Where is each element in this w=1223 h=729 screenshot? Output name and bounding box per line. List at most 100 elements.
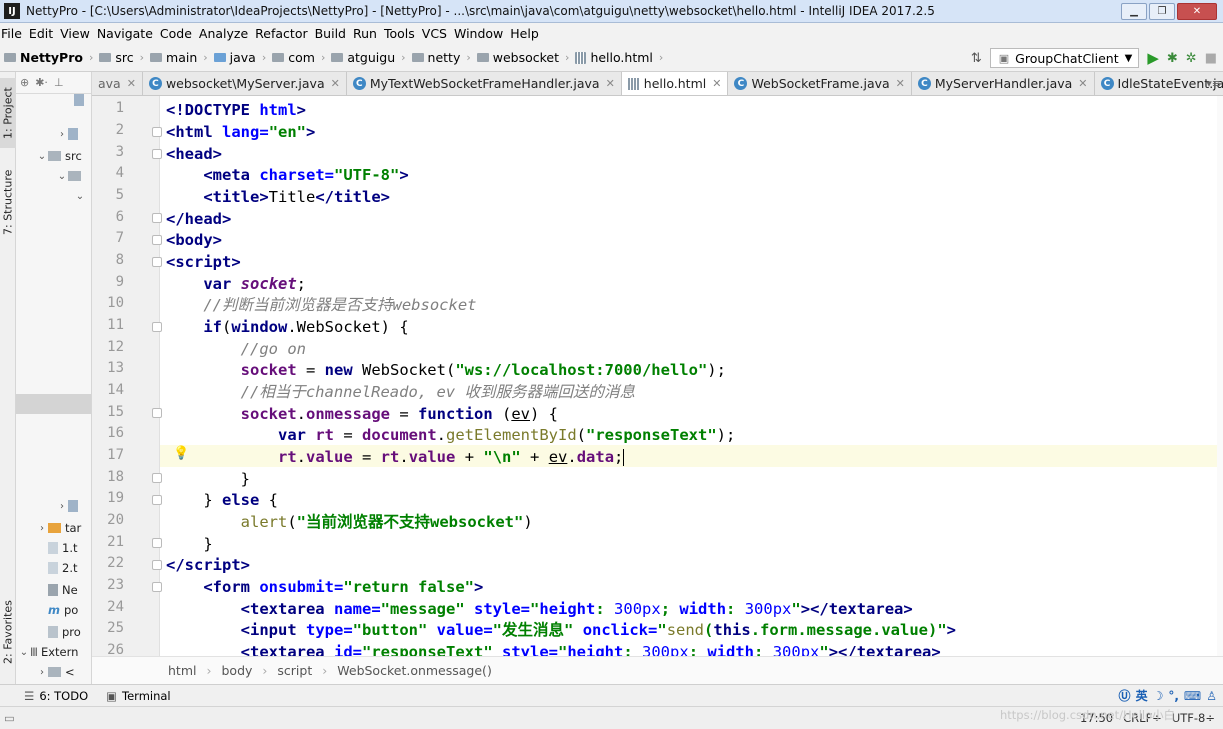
ime-language[interactable]: 英: [1136, 687, 1148, 704]
structure-tool-tab[interactable]: 7: Structure: [0, 162, 16, 242]
fold-marker[interactable]: [152, 408, 162, 418]
fold-marker[interactable]: [152, 149, 162, 159]
coverage-icon[interactable]: ✲: [1186, 51, 1197, 66]
fold-marker[interactable]: [152, 473, 162, 483]
menu-vcs[interactable]: VCS: [421, 26, 453, 41]
tree-item-jdk[interactable]: › <: [36, 662, 75, 682]
close-icon[interactable]: ✕: [896, 77, 905, 90]
tree-item-pom[interactable]: m po: [48, 600, 78, 620]
crumb-script[interactable]: script: [277, 663, 312, 678]
close-icon[interactable]: ✕: [127, 77, 136, 90]
chevron-right-icon: ›: [88, 51, 94, 64]
tab-websocketframe[interactable]: C WebSocketFrame.java ✕: [728, 72, 912, 95]
tree-folder-row[interactable]: ›: [56, 124, 82, 144]
favorites-tool-tab[interactable]: 2: Favorites: [0, 592, 16, 672]
tab-myserverhandler[interactable]: C MyServerHandler.java ✕: [912, 72, 1095, 95]
keyboard-icon[interactable]: ⌨: [1184, 689, 1201, 703]
tree-item-file[interactable]: pro: [48, 622, 81, 642]
close-icon[interactable]: ✕: [712, 77, 721, 90]
menu-view[interactable]: View: [59, 26, 96, 41]
tree-selected-row[interactable]: [16, 394, 91, 414]
breadcrumb-com[interactable]: com: [288, 50, 315, 65]
navigation-bar: NettyPro › src › main › java › com › atg…: [0, 44, 1223, 72]
tree-item-src[interactable]: ⌄ src: [36, 146, 82, 166]
tab-hello-html[interactable]: hello.html ✕: [621, 72, 729, 95]
run-icon[interactable]: ▶: [1147, 49, 1159, 67]
fold-marker[interactable]: [152, 538, 162, 548]
tree-item-target[interactable]: › tar: [36, 518, 81, 538]
user-icon[interactable]: ♙: [1206, 689, 1217, 703]
menu-refactor[interactable]: Refactor: [254, 26, 313, 41]
tree-folder-row[interactable]: ⌄: [56, 166, 85, 186]
menu-run[interactable]: Run: [352, 26, 383, 41]
collapse-icon[interactable]: ⊥: [54, 76, 64, 89]
breadcrumb-project[interactable]: NettyPro: [20, 50, 83, 65]
chevron-right-icon: ›: [262, 663, 268, 678]
tree-file-row[interactable]: [74, 90, 88, 110]
menu-tools[interactable]: Tools: [383, 26, 421, 41]
crumb-body[interactable]: body: [221, 663, 252, 678]
tree-folder-row[interactable]: ›: [56, 496, 82, 516]
close-icon[interactable]: ✕: [606, 77, 615, 90]
tab-partial[interactable]: ava ✕: [92, 72, 143, 95]
breadcrumb-atguigu[interactable]: atguigu: [347, 50, 395, 65]
menu-code[interactable]: Code: [159, 26, 198, 41]
breadcrumb-src[interactable]: src: [115, 50, 133, 65]
menu-build[interactable]: Build: [314, 26, 352, 41]
debug-icon[interactable]: ✱: [1167, 51, 1178, 66]
close-icon[interactable]: ✕: [331, 77, 340, 90]
menu-edit[interactable]: Edit: [28, 26, 59, 41]
fold-marker[interactable]: [152, 127, 162, 137]
fold-marker[interactable]: [152, 560, 162, 570]
ime-logo-icon[interactable]: Ⓤ: [1119, 687, 1131, 704]
tab-mytextwebsocketframehandler[interactable]: C MyTextWebSocketFrameHandler.java ✕: [347, 72, 622, 95]
breadcrumb-main[interactable]: main: [166, 50, 197, 65]
menu-help[interactable]: Help: [509, 26, 545, 41]
status-toggle-icon[interactable]: ▭: [4, 711, 15, 725]
menu-file[interactable]: File: [0, 26, 28, 41]
file-encoding[interactable]: UTF-8÷: [1172, 711, 1215, 725]
close-button[interactable]: ✕: [1177, 3, 1217, 20]
crumb-onmessage[interactable]: WebSocket.onmessage(): [337, 663, 492, 678]
tab-myserver[interactable]: Cwebsocket\MyServer.java ✕: [143, 72, 347, 95]
run-config-select[interactable]: ▣ GroupChatClient ▼: [989, 48, 1140, 68]
todo-tool-button[interactable]: ☰ 6: TODO: [24, 689, 88, 703]
fold-marker[interactable]: [152, 322, 162, 332]
breadcrumb-file[interactable]: hello.html: [590, 50, 652, 65]
terminal-tool-button[interactable]: ▣ Terminal: [106, 689, 170, 703]
close-icon[interactable]: ✕: [1078, 77, 1087, 90]
fold-marker[interactable]: [152, 235, 162, 245]
fold-marker[interactable]: [152, 213, 162, 223]
breadcrumb-websocket[interactable]: websocket: [493, 50, 559, 65]
fold-marker[interactable]: [152, 257, 162, 267]
tree-item-file[interactable]: 2.t: [48, 558, 77, 578]
gear-icon[interactable]: ✱·: [35, 76, 48, 89]
stop-icon[interactable]: ■: [1205, 51, 1217, 66]
project-tool-tab[interactable]: 1: Project: [0, 78, 16, 148]
fold-marker[interactable]: [152, 495, 162, 505]
tree-item-file[interactable]: 1.t: [48, 538, 77, 558]
minimize-button[interactable]: ▁: [1121, 3, 1147, 20]
breadcrumb-netty[interactable]: netty: [428, 50, 461, 65]
line-number: 19: [107, 490, 124, 506]
tree-folder-row[interactable]: ⌄: [74, 186, 86, 206]
moon-icon[interactable]: ☽: [1153, 689, 1164, 703]
sync-icon[interactable]: ⊕: [20, 76, 29, 89]
editor-scrollbar[interactable]: [1217, 96, 1223, 656]
build-arrows-icon[interactable]: ⇅: [971, 51, 982, 66]
punctuation-icon[interactable]: °,: [1168, 689, 1179, 703]
line-number: 16: [107, 425, 124, 441]
crumb-html[interactable]: html: [168, 663, 196, 678]
fold-marker[interactable]: [152, 582, 162, 592]
run-toolbar: ⇅ ▣ GroupChatClient ▼ ▶ ✱ ✲ ■: [971, 44, 1217, 72]
menu-analyze[interactable]: Analyze: [198, 26, 254, 41]
maximize-button[interactable]: ❐: [1149, 3, 1175, 20]
menu-navigate[interactable]: Navigate: [96, 26, 159, 41]
tree-item-external-libraries[interactable]: ⌄ Ⅲ Extern: [18, 642, 79, 662]
breadcrumb-java[interactable]: java: [230, 50, 256, 65]
menu-window[interactable]: Window: [453, 26, 509, 41]
tree-item-file[interactable]: Ne: [48, 580, 78, 600]
folder-icon: [99, 53, 112, 62]
tab-idlestateevent[interactable]: CIdleStateEvent.java✕: [1095, 72, 1223, 95]
tab-overflow-icon[interactable]: ▾≡: [1206, 77, 1221, 90]
